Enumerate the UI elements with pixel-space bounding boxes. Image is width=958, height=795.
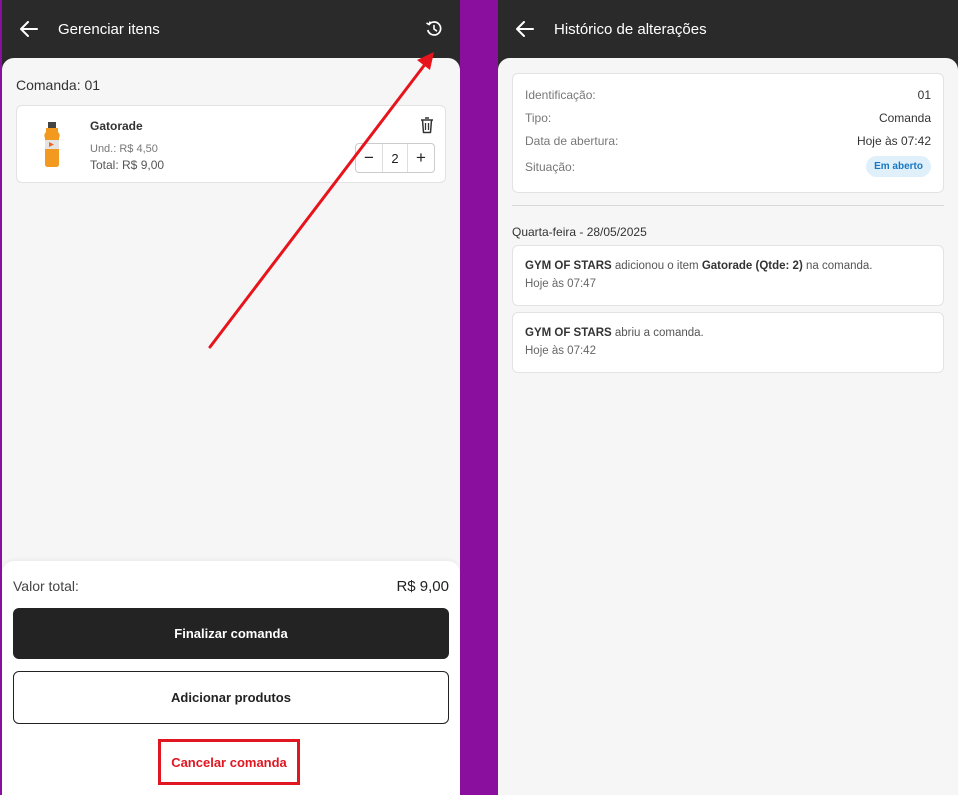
app-bar: Histórico de alterações xyxy=(498,0,958,58)
info-value: 01 xyxy=(917,88,931,102)
add-products-button[interactable]: Adicionar produtos xyxy=(13,671,449,724)
history-screen: Histórico de alterações Identificação: 0… xyxy=(498,0,958,795)
info-row-type: Tipo: Comanda xyxy=(525,111,931,125)
log-action: abriu a comanda. xyxy=(611,327,704,339)
total-value: R$ 9,00 xyxy=(396,578,449,595)
log-time: Hoje às 07:47 xyxy=(525,278,596,290)
info-key: Tipo: xyxy=(525,111,552,125)
info-card: Identificação: 01 Tipo: Comanda Data de … xyxy=(512,73,944,193)
info-key: Situação: xyxy=(525,159,576,174)
log-text: GYM OF STARS adicionou o item Gatorade (… xyxy=(525,260,931,272)
info-value: Comanda xyxy=(878,111,931,125)
log-actor: GYM OF STARS xyxy=(525,260,612,272)
content-sheet: Identificação: 01 Tipo: Comanda Data de … xyxy=(498,58,958,795)
page-title: Histórico de alterações xyxy=(554,20,707,38)
info-key: Identificação: xyxy=(525,88,596,102)
item-card: Gatorade Und.: R$ 4,50 Total: R$ 9,00 − … xyxy=(16,105,446,183)
comanda-label: Comanda: 01 xyxy=(16,77,101,93)
item-name: Gatorade xyxy=(90,119,143,133)
back-arrow-icon[interactable] xyxy=(18,18,40,40)
increase-button[interactable]: + xyxy=(408,144,434,172)
finalize-button[interactable]: Finalizar comanda xyxy=(13,608,449,659)
info-row-status: Situação: Em aberto xyxy=(525,156,931,177)
cancel-button[interactable]: Cancelar comanda xyxy=(158,739,300,785)
date-group-label: Quarta-feira - 28/05/2025 xyxy=(512,225,647,239)
manage-items-screen: Gerenciar itens Comanda: 01 Gatorade Und… xyxy=(2,0,460,795)
quantity-stepper: − 2 + xyxy=(355,143,435,173)
content-sheet: Comanda: 01 Gatorade Und.: R$ 4,50 Total… xyxy=(2,58,460,795)
log-item: Gatorade (Qtde: 2) xyxy=(701,260,803,272)
quantity-value: 2 xyxy=(382,144,408,172)
status-badge: Em aberto xyxy=(866,156,931,177)
history-icon[interactable] xyxy=(422,17,446,41)
info-key: Data de abertura: xyxy=(525,134,619,148)
log-actor: GYM OF STARS xyxy=(525,327,612,339)
log-entry: GYM OF STARS abriu a comanda. Hoje às 07… xyxy=(512,312,944,373)
trash-icon[interactable] xyxy=(419,116,435,134)
log-suffix: na comanda. xyxy=(802,260,873,272)
log-action: adicionou o item xyxy=(611,260,702,272)
info-row-opened: Data de abertura: Hoje às 07:42 xyxy=(525,134,931,148)
page-title: Gerenciar itens xyxy=(58,20,160,38)
log-time: Hoje às 07:42 xyxy=(525,345,596,357)
info-row-id: Identificação: 01 xyxy=(525,88,931,102)
footer-panel: Valor total: R$ 9,00 Finalizar comanda A… xyxy=(2,561,460,795)
back-arrow-icon[interactable] xyxy=(514,18,536,40)
total-label: Valor total: xyxy=(13,578,79,594)
log-text: GYM OF STARS abriu a comanda. xyxy=(525,327,931,339)
divider xyxy=(512,205,944,206)
app-bar: Gerenciar itens xyxy=(2,0,460,58)
info-value: Hoje às 07:42 xyxy=(856,134,931,148)
total-row: Valor total: R$ 9,00 xyxy=(13,578,449,595)
decrease-button[interactable]: − xyxy=(356,144,382,172)
item-total: Total: R$ 9,00 xyxy=(90,158,165,172)
log-entry: GYM OF STARS adicionou o item Gatorade (… xyxy=(512,245,944,306)
item-unit-price: Und.: R$ 4,50 xyxy=(90,143,158,155)
product-image xyxy=(37,120,67,168)
